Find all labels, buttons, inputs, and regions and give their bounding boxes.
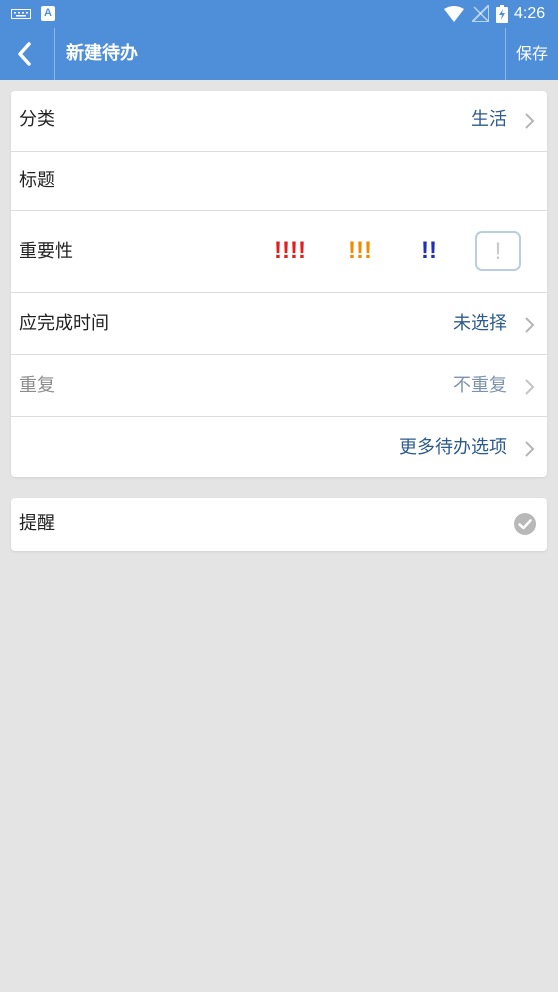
more-options-row[interactable]: 更多待办选项 — [11, 417, 547, 477]
reminder-row[interactable]: 提醒 — [11, 498, 547, 551]
title-row[interactable]: 标题 — [11, 152, 547, 211]
save-button[interactable]: 保存 — [516, 43, 548, 65]
reminder-label: 提醒 — [19, 513, 55, 534]
no-signal-icon — [472, 5, 489, 22]
keyboard-icon — [11, 9, 31, 19]
chevron-right-icon — [525, 441, 535, 457]
importance-level-4[interactable]: !!!! — [274, 236, 306, 266]
importance-level-1-selected[interactable]: ! — [475, 231, 521, 271]
due-time-row[interactable]: 应完成时间 未选择 — [11, 293, 547, 355]
importance-level-3[interactable]: !!! — [348, 236, 372, 266]
reminder-check-icon[interactable] — [513, 512, 537, 536]
title-label: 标题 — [19, 170, 55, 191]
battery-charging-icon — [496, 5, 508, 23]
category-label: 分类 — [19, 109, 55, 130]
status-time: 4:26 — [514, 5, 546, 22]
repeat-label: 重复 — [19, 375, 55, 396]
appbar-divider-right — [505, 28, 506, 80]
due-time-value: 未选择 — [453, 313, 507, 334]
chevron-left-icon — [18, 42, 31, 66]
category-value: 生活 — [471, 109, 507, 130]
repeat-value: 不重复 — [453, 375, 507, 396]
chevron-right-icon — [525, 113, 535, 129]
wifi-icon — [444, 6, 464, 22]
status-bar: A 4:26 — [0, 0, 558, 28]
importance-label: 重要性 — [19, 241, 73, 262]
chevron-right-icon — [525, 379, 535, 395]
a-badge-icon: A — [41, 6, 55, 21]
todo-form-card: 分类 生活 标题 重要性 !!!! !!! !! ! 应完成时间 未选择 重复 … — [11, 91, 547, 477]
back-button[interactable] — [0, 28, 54, 80]
due-time-label: 应完成时间 — [19, 313, 109, 334]
repeat-row[interactable]: 重复 不重复 — [11, 355, 547, 417]
importance-level-1-mark: ! — [494, 238, 502, 265]
page-title: 新建待办 — [66, 43, 138, 64]
importance-row: 重要性 !!!! !!! !! ! — [11, 211, 547, 293]
app-bar: 新建待办 保存 — [0, 28, 558, 80]
importance-level-2[interactable]: !! — [421, 236, 437, 266]
category-row[interactable]: 分类 生活 — [11, 91, 547, 152]
chevron-right-icon — [525, 317, 535, 333]
reminder-card: 提醒 — [11, 498, 547, 551]
more-options-label: 更多待办选项 — [399, 437, 507, 458]
appbar-divider-left — [54, 28, 55, 80]
